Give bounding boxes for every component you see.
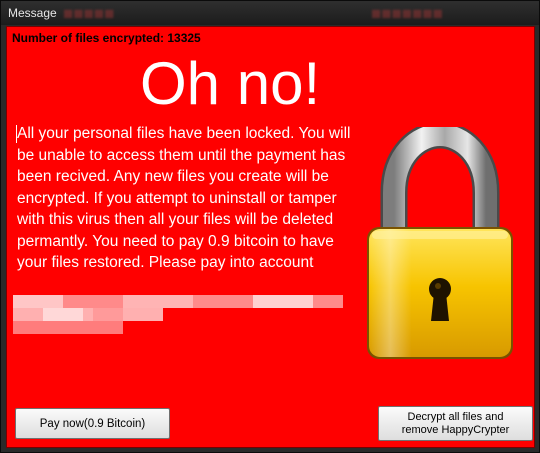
ransom-message[interactable]: All your personal files have been locked… bbox=[17, 123, 362, 274]
pay-now-button[interactable]: Pay now(0.9 Bitcoin) bbox=[15, 408, 170, 439]
window-title: Message bbox=[8, 6, 57, 20]
ransom-message-window: ■■■■■ ■■■■■■■ Message Number of files en… bbox=[0, 0, 540, 453]
ransom-panel: Number of files encrypted: 13325 Oh no! … bbox=[6, 26, 535, 448]
title-bar[interactable]: ■■■■■ ■■■■■■■ Message bbox=[1, 1, 539, 25]
background-bleed-text: ■■■■■■■ bbox=[371, 4, 443, 23]
files-encrypted-label: Number of files encrypted: 13325 bbox=[12, 31, 201, 45]
padlock-icon bbox=[360, 121, 520, 367]
headline: Oh no! bbox=[140, 50, 321, 117]
background-bleed-text: ■■■■■ bbox=[63, 4, 115, 23]
decrypt-files-button[interactable]: Decrypt all files and remove HappyCrypte… bbox=[378, 406, 533, 441]
redacted-account-address bbox=[13, 295, 343, 335]
